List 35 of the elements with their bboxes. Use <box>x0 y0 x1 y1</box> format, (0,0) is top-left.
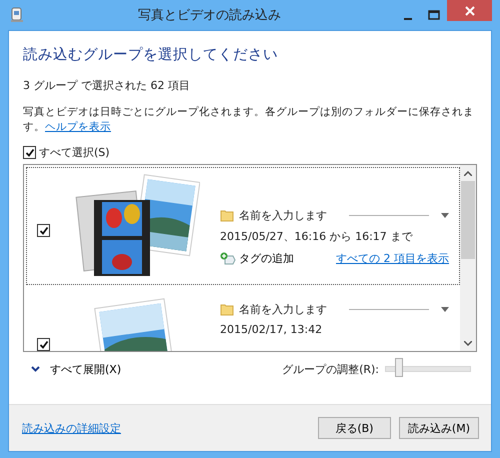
date-range: 2015/05/27、16:16 から 16:17 まで <box>220 229 414 244</box>
description-text: 写真とビデオは日時ごとにグループ化されます。各グループは別のフォルダーに保存されます。ヘルプを表示 <box>23 105 475 135</box>
name-field[interactable]: 名前を入力します <box>239 208 449 222</box>
expand-all-button[interactable]: すべて展開(X) <box>31 362 122 376</box>
dialog-button[interactable]: 読み込み(M) <box>398 417 479 439</box>
close-button[interactable] <box>447 0 492 21</box>
date-range: 2015/02/17, 13:42 <box>220 323 324 336</box>
group-slider[interactable] <box>385 359 471 379</box>
close-icon <box>464 6 474 16</box>
minimize-icon <box>404 18 412 20</box>
scroll-down-icon[interactable] <box>464 340 472 346</box>
checkbox-label: すべて選択(S) <box>39 145 110 160</box>
maximize-icon <box>428 10 440 20</box>
name-field[interactable]: 名前を入力します <box>239 302 449 316</box>
view-all-link[interactable]: すべての 2 項目を表示 <box>336 251 449 266</box>
checkbox[interactable] <box>37 338 50 351</box>
scrollbar[interactable] <box>460 165 476 351</box>
folder-icon <box>220 302 234 316</box>
caret-icon <box>441 212 449 218</box>
folder-icon <box>220 208 234 222</box>
scroll-up-icon[interactable] <box>464 170 472 176</box>
checkbox[interactable] <box>23 146 36 159</box>
add-tag-button[interactable]: タグの追加 <box>220 251 294 266</box>
selection-summary: 3 グループ で選択された 62 項目 <box>23 78 191 93</box>
tag-add-icon <box>220 252 236 266</box>
help-link[interactable]: ヘルプを表示 <box>45 121 111 133</box>
page-heading: 読み込むグループを選択してください <box>23 46 279 64</box>
caret-icon <box>441 306 449 312</box>
settings-link[interactable]: 読み込みの詳細設定 <box>22 420 121 436</box>
dialog-button[interactable]: 戻る(B) <box>318 417 391 439</box>
checkbox[interactable] <box>37 224 50 237</box>
slider-label: グループの調整(R): <box>282 362 379 376</box>
window-title: 写真とビデオの読み込み <box>137 7 282 24</box>
camera-icon <box>10 7 24 23</box>
chevron-down-icon <box>31 366 40 372</box>
